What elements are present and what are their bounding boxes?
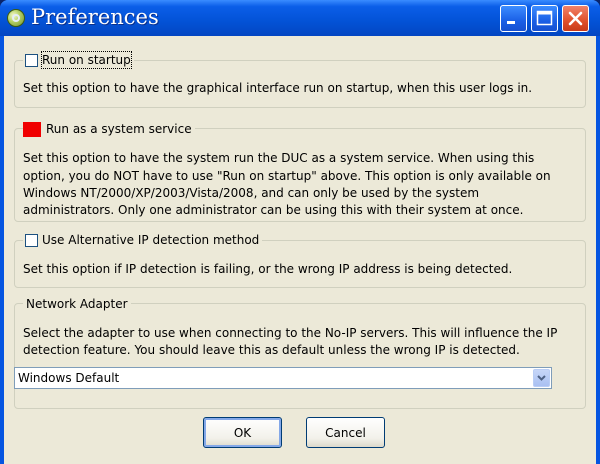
network-adapter-selected-value: Windows Default: [18, 371, 120, 385]
window-title: Preferences: [31, 5, 159, 29]
ok-button[interactable]: OK: [203, 417, 282, 448]
startup-description: Set this option to have the graphical in…: [23, 81, 533, 95]
alt-ip-checkbox[interactable]: [25, 233, 38, 247]
alt-ip-description: Set this option if IP detection is faili…: [23, 262, 513, 276]
network-adapter-description-line-2: detection feature. You should leave this…: [23, 343, 520, 357]
chevron-down-icon: [537, 375, 546, 381]
service-label[interactable]: Run as a system service: [46, 121, 192, 137]
network-adapter-title: Network Adapter: [26, 297, 128, 311]
startup-group: Run on startup Set this option to have t…: [14, 51, 586, 108]
maximize-button[interactable]: [531, 5, 558, 32]
service-description-line-3: Windows NT/2000/XP/2003/Vista/2008, and …: [23, 186, 480, 200]
service-checkbox[interactable]: [23, 121, 41, 137]
network-adapter-select[interactable]: Windows Default: [14, 367, 552, 389]
network-adapter-description-line-1: Select the adapter to use when connectin…: [23, 326, 558, 340]
app-icon: [7, 9, 25, 27]
startup-label[interactable]: Run on startup: [41, 51, 132, 69]
preferences-window: Preferences Run on startup Set this opti…: [0, 0, 600, 464]
service-description-line-2: option, you do NOT have to use "Run on s…: [23, 169, 551, 183]
dropdown-arrow-button[interactable]: [533, 369, 550, 387]
cancel-button[interactable]: Cancel: [306, 417, 385, 448]
minimize-button[interactable]: [500, 5, 527, 32]
network-adapter-legend: Network Adapter: [23, 296, 131, 312]
service-option[interactable]: Run as a system service: [23, 121, 195, 137]
startup-checkbox[interactable]: [25, 53, 38, 67]
startup-option[interactable]: Run on startup: [23, 51, 134, 69]
service-description-line-4: administrators. Only one administrator c…: [23, 203, 524, 217]
close-icon: [568, 11, 583, 26]
alt-ip-option[interactable]: Use Alternative IP detection method: [23, 232, 263, 248]
service-description-line-1: Set this option to have the system run t…: [23, 151, 535, 165]
alt-ip-group: Use Alternative IP detection method Set …: [14, 232, 586, 288]
title-bar[interactable]: Preferences: [0, 0, 600, 36]
network-adapter-group: Network Adapter Select the adapter to us…: [14, 296, 586, 409]
alt-ip-label[interactable]: Use Alternative IP detection method: [42, 232, 259, 248]
maximize-icon: [536, 10, 553, 26]
dialog-body: Run on startup Set this option to have t…: [4, 36, 596, 464]
service-group: Run as a system service Set this option …: [14, 121, 586, 222]
close-button[interactable]: [562, 5, 589, 32]
minimize-icon: [507, 21, 515, 24]
